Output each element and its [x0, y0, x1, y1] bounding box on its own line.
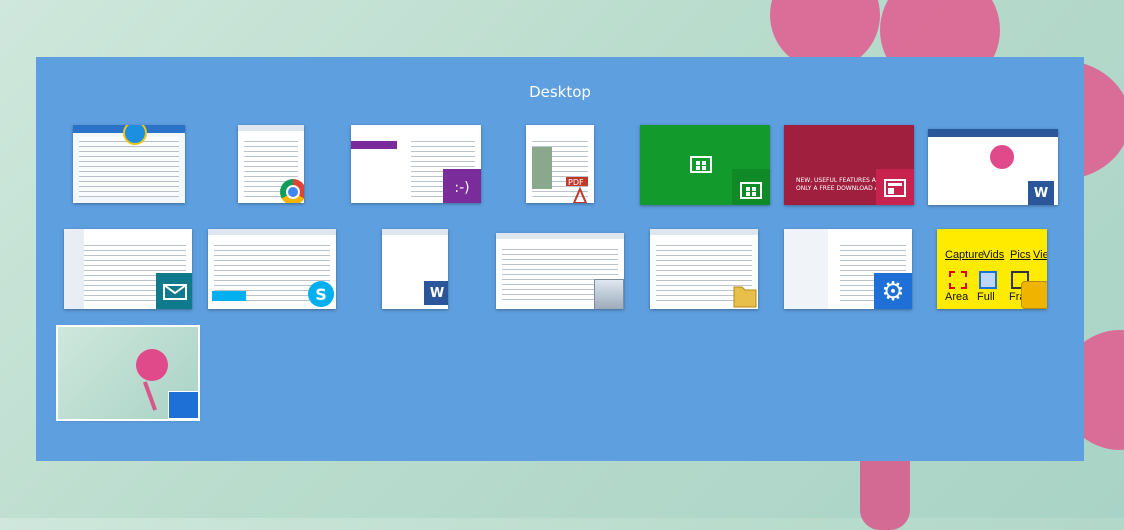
window-desktop[interactable]	[56, 325, 200, 421]
full-icon	[979, 271, 997, 289]
window-ie[interactable]	[73, 125, 185, 203]
menu-pics: Pics	[1010, 249, 1031, 261]
switcher-title: Desktop	[529, 83, 591, 101]
menu-vids: Vids	[983, 249, 1005, 261]
pdf-icon: PDF	[564, 175, 594, 203]
window-onenote-feedback[interactable]: :-)	[351, 125, 481, 203]
control-panel-icon	[594, 279, 624, 309]
menu-view: Vie	[1033, 249, 1047, 261]
window-snip-tool[interactable]: Capture Vids Pics Vie Area Full Fran	[937, 229, 1047, 309]
window-chrome[interactable]	[238, 125, 304, 203]
folder-icon	[732, 281, 758, 309]
news-icon	[876, 169, 914, 205]
window-skype[interactable]: S	[208, 229, 336, 309]
window-word-blank[interactable]: W	[382, 229, 448, 309]
window-word-flower[interactable]: W	[928, 129, 1058, 205]
mail-icon	[156, 273, 192, 309]
button-full: Full	[977, 291, 995, 303]
area-icon	[949, 271, 967, 289]
chrome-icon	[280, 179, 304, 203]
menu-capture: Capture	[945, 249, 985, 261]
button-area: Area	[945, 291, 969, 303]
word-icon: W	[1028, 181, 1054, 205]
gear-icon: ⚙	[874, 273, 912, 309]
desktop-icon	[168, 391, 198, 419]
window-mail[interactable]	[64, 229, 192, 309]
word-icon: W	[424, 281, 448, 305]
window-pdf[interactable]: PDF	[526, 125, 594, 203]
news-headline: NEW, USEFUL FEATURES ARE ONLY A FREE DOW…	[796, 177, 884, 192]
window-pc-settings[interactable]: ⚙	[784, 229, 912, 309]
store-bag-icon	[686, 147, 716, 177]
camera-icon	[1021, 281, 1047, 309]
feedback-icon: :-)	[443, 169, 481, 203]
skype-icon: S	[308, 281, 334, 307]
svg-text:PDF: PDF	[568, 178, 584, 187]
store-icon	[732, 169, 770, 205]
task-switcher-panel: Desktop :-) PDF NEW, USEFUL FEATURES ARE…	[36, 57, 1084, 461]
window-file-explorer[interactable]	[650, 229, 758, 309]
window-store[interactable]	[640, 125, 770, 205]
window-news[interactable]: NEW, USEFUL FEATURES ARE ONLY A FREE DOW…	[784, 125, 914, 205]
window-control-panel[interactable]	[496, 233, 624, 309]
